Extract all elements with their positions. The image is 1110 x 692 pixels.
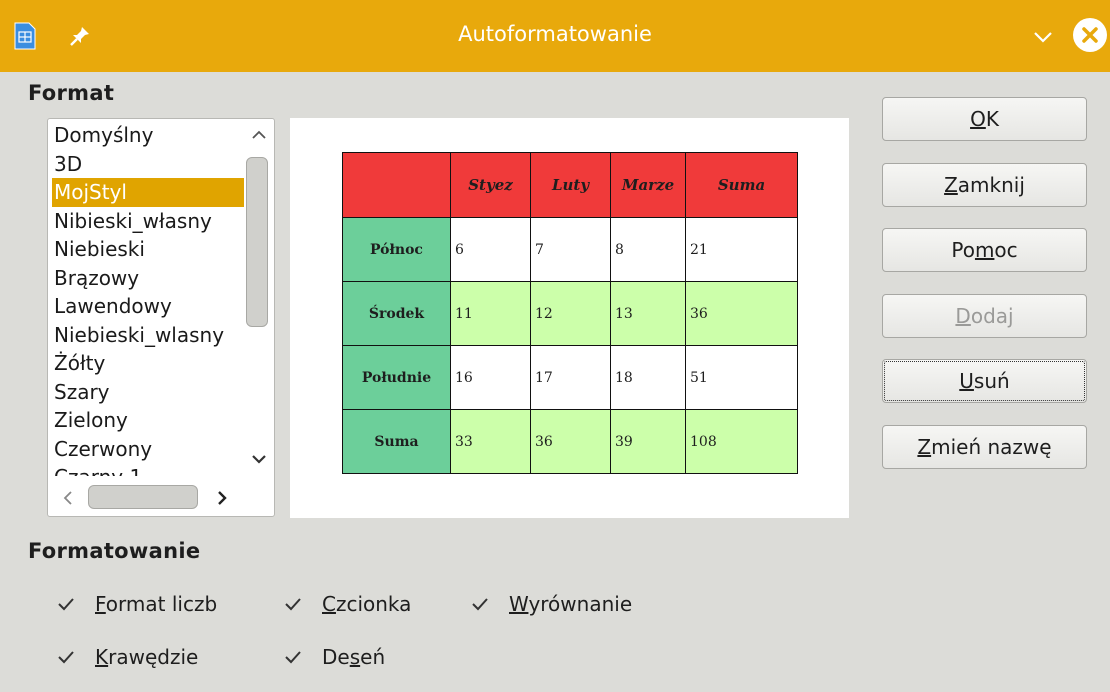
rename-button[interactable]: Zmień nazwę [882,425,1087,469]
format-label: Format [28,81,115,105]
preview-row-header: Północ [342,217,451,282]
preview-cell: 8 [610,217,686,282]
checkmark-icon [472,598,488,611]
preview-cell: 11 [450,281,531,346]
format-preview: Styez Luty Marze Suma Północ 6 7 8 21 Śr… [290,118,849,518]
preview-header-cell: Luty [530,152,611,218]
preview-cell: 36 [530,409,611,474]
list-item[interactable]: Brązowy [52,264,244,293]
preview-cell: 39 [610,409,686,474]
preview-cell: 21 [685,217,798,282]
scroll-right-icon[interactable] [212,488,232,508]
preview-cell: 36 [685,281,798,346]
borders-label: Krawędzie [95,645,199,669]
font-label: Czcionka [322,592,412,616]
preview-cell: 17 [530,345,611,410]
preview-cell: 13 [610,281,686,346]
pattern-label: Deseń [322,645,386,669]
checkmark-icon [285,651,301,664]
preview-cell: 12 [530,281,611,346]
style-list-items: Domyślny 3D MojStyl Nibieski_własny Niebiesk… [52,121,244,476]
preview-row: Południe 16 17 18 51 [342,345,798,410]
window-title: Autoformatowanie [458,22,652,46]
preview-cell: 16 [450,345,531,410]
scroll-down-icon[interactable] [249,449,269,469]
preview-row-header: Południe [342,345,451,410]
preview-cell: 51 [685,345,798,410]
ok-button[interactable]: OK [882,97,1087,141]
checkmark-icon [285,598,301,611]
preview-header-cell [342,152,451,218]
preview-cell: 18 [610,345,686,410]
preview-row-header: Suma [342,409,451,474]
close-icon [1082,27,1098,43]
help-button-label: Pomoc [951,238,1018,262]
chevron-down-icon[interactable] [1030,24,1056,50]
list-item[interactable]: Lawendowy [52,292,244,321]
close-button[interactable] [1073,18,1107,52]
list-item[interactable]: Niebieski_wlasny [52,321,244,350]
scroll-up-icon[interactable] [249,125,269,145]
add-button[interactable]: Dodaj [882,294,1087,338]
list-item[interactable]: Niebieski [52,235,244,264]
help-button[interactable]: Pomoc [882,228,1087,272]
list-item[interactable]: 3D [52,150,244,179]
preview-cell: 33 [450,409,531,474]
rename-button-label: Zmień nazwę [917,435,1052,459]
preview-table: Styez Luty Marze Suma Północ 6 7 8 21 Śr… [342,152,798,474]
scroll-left-icon[interactable] [58,488,78,508]
delete-button[interactable]: Usuń [882,359,1087,403]
list-item[interactable]: Czarny 1 [52,463,244,476]
list-item[interactable]: Szary [52,378,244,407]
preview-header-cell: Suma [685,152,798,218]
checkmark-icon [58,598,74,611]
preview-cell: 6 [450,217,531,282]
delete-button-label: Usuń [959,369,1010,393]
ok-button-label: OK [970,107,999,131]
list-item[interactable]: Domyślny [52,121,244,150]
list-item[interactable]: Zielony [52,406,244,435]
checkmark-icon [58,651,74,664]
alignment-label: Wyrównanie [509,592,633,616]
horizontal-scroll-thumb[interactable] [88,485,198,509]
style-list[interactable]: Domyślny 3D MojStyl Nibieski_własny Niebiesk… [47,118,275,517]
horizontal-scrollbar[interactable] [48,477,274,516]
list-item[interactable]: Czerwony [52,435,244,464]
preview-row: Północ 6 7 8 21 [342,217,798,282]
vertical-scroll-thumb[interactable] [246,157,268,327]
preview-header-cell: Styez [450,152,531,218]
number-format-label: Format liczb [95,592,218,616]
vertical-scrollbar[interactable] [244,119,274,477]
list-item[interactable]: Żółty [52,349,244,378]
close-button-label: Zamknij [944,173,1025,197]
formatting-label: Formatowanie [28,539,201,563]
list-item[interactable]: MojStyl [52,178,244,207]
close-dialog-button[interactable]: Zamknij [882,163,1087,207]
preview-row: Środek 11 12 13 36 [342,281,798,346]
preview-header-cell: Marze [610,152,686,218]
preview-cell: 7 [530,217,611,282]
list-item[interactable]: Nibieski_własny [52,207,244,236]
preview-cell: 108 [685,409,798,474]
add-button-label: Dodaj [955,304,1014,328]
preview-header-row: Styez Luty Marze Suma [342,152,798,218]
preview-row: Suma 33 36 39 108 [342,409,798,474]
title-bar[interactable]: Autoformatowanie [0,0,1110,72]
preview-row-header: Środek [342,281,451,346]
